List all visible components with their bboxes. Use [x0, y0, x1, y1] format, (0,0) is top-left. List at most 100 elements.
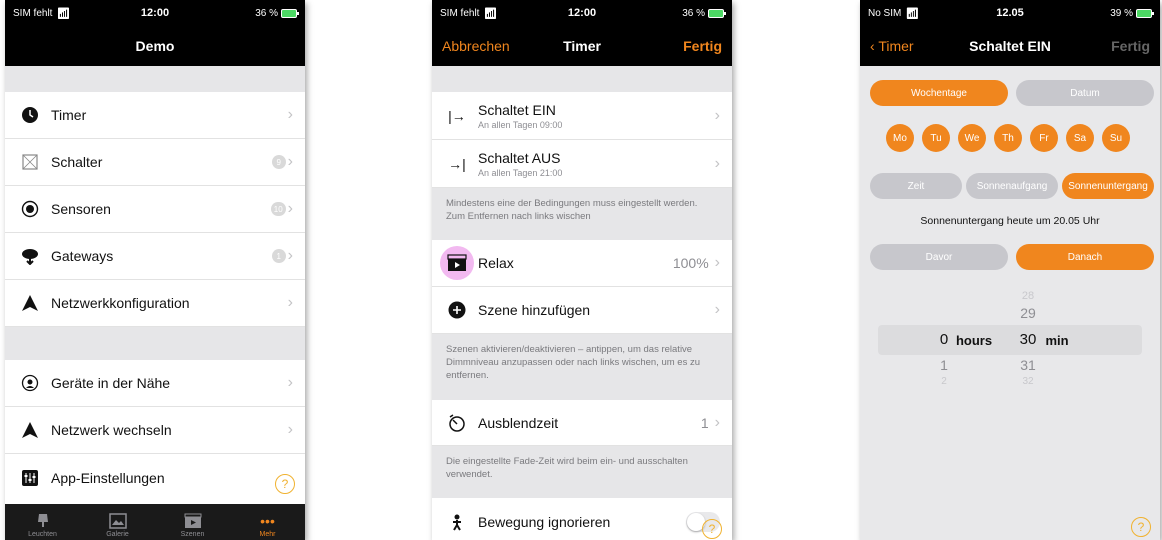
chevron-right-icon: › [287, 374, 293, 391]
tab-label: Mehr [259, 531, 276, 538]
sensor-icon [19, 198, 41, 220]
tab-danach[interactable]: Danach [1016, 244, 1154, 270]
scene-row-relax[interactable]: Relax 100% › [432, 240, 732, 287]
chevron-right-icon: › [714, 254, 720, 271]
wifi-icon: 📶︎ [483, 7, 498, 20]
tab-zeit[interactable]: Zeit [870, 173, 962, 199]
menu-item-geraete-in-der-naehe[interactable]: Geräte in der Nähe › [5, 360, 305, 407]
fade-time-value: 1 [700, 414, 709, 431]
menu-item-label: Sensoren [51, 201, 111, 217]
tab-sonnenaufgang[interactable]: Sonnenaufgang [966, 173, 1058, 199]
phone-screen-timer: SIM fehlt 📶︎ 12:00 36 % Abbrechen Timer … [432, 0, 732, 540]
status-bar: No SIM 📶︎ 12.05 39 % [860, 0, 1160, 26]
menu-item-timer[interactable]: Timer › [5, 92, 305, 139]
chevron-right-icon: › [714, 301, 720, 318]
tab-szenen[interactable]: Szenen [168, 511, 218, 538]
back-label: Timer [878, 38, 914, 54]
chevron-right-icon: › [287, 247, 293, 264]
done-button[interactable]: Fertig [1111, 38, 1150, 54]
condition-switch-on[interactable]: |→ Schaltet EIN An allen Tagen 09:00 › [432, 92, 732, 140]
condition-subtitle: An allen Tagen 21:00 [478, 167, 563, 178]
fade-time-row[interactable]: Ausblendzeit 1 › [432, 400, 732, 446]
help-icon[interactable]: ? [1131, 517, 1151, 537]
day-th[interactable]: Th [994, 124, 1022, 152]
scene-icon [440, 246, 474, 280]
hour-option: 2 [941, 376, 947, 387]
menu-item-netzwerk-wechseln[interactable]: Netzwerk wechseln › [5, 407, 305, 454]
more-icon: ••• [260, 513, 275, 529]
menu-item-schalter[interactable]: Schalter 9 › [5, 139, 305, 186]
tab-davor[interactable]: Davor [870, 244, 1008, 270]
tab-mehr[interactable]: ••• Mehr [243, 511, 293, 538]
conditions-hint: Mindestens eine der Bedingungen muss ein… [432, 188, 732, 240]
done-button[interactable]: Fertig [683, 38, 722, 54]
chevron-right-icon: › [287, 421, 293, 438]
tab-datum[interactable]: Datum [1016, 80, 1154, 106]
chevron-right-icon: › [287, 153, 293, 170]
menu-item-app-einstellungen[interactable]: App-Einstellungen [5, 454, 305, 501]
menu-item-netzwerkkonfiguration[interactable]: Netzwerkkonfiguration › [5, 280, 305, 327]
menu-item-label: Schalter [51, 154, 103, 170]
cancel-button[interactable]: Abbrechen [442, 38, 510, 54]
tab-wochentage[interactable]: Wochentage [870, 80, 1008, 106]
network-switch-icon [19, 419, 41, 441]
hour-selected: 0 [939, 331, 949, 348]
carrier-text: SIM fehlt [13, 7, 53, 19]
help-icon[interactable]: ? [275, 474, 295, 494]
condition-switch-off[interactable]: →| Schaltet AUS An allen Tagen 21:00 › [432, 140, 732, 188]
day-sa[interactable]: Sa [1066, 124, 1094, 152]
fade-time-label: Ausblendzeit [478, 414, 559, 431]
page-title: Demo [135, 38, 175, 54]
section-gap [432, 66, 732, 92]
day-su[interactable]: Su [1102, 124, 1130, 152]
lamp-icon [36, 511, 50, 531]
tab-leuchten[interactable]: Leuchten [18, 511, 68, 538]
chevron-right-icon: › [714, 154, 720, 172]
timer-icon [446, 412, 468, 434]
menu-item-sensoren[interactable]: Sensoren 10 › [5, 186, 305, 233]
menu-item-label: Netzwerkkonfiguration [51, 295, 190, 311]
chevron-right-icon: › [714, 106, 720, 124]
min-unit: min [1045, 333, 1069, 348]
day-mo[interactable]: Mo [886, 124, 914, 152]
gateway-icon [19, 245, 41, 267]
count-badge: 1 [271, 249, 286, 263]
tab-galerie[interactable]: Galerie [93, 511, 143, 538]
battery-percent: 36 % [682, 7, 705, 19]
phone-screen-more: SIM fehlt 📶︎ 12:00 36 % Demo Timer › Sch… [5, 0, 305, 540]
battery-percent: 36 % [255, 7, 278, 19]
tab-label: Galerie [106, 531, 129, 538]
clock-icon [19, 104, 41, 126]
battery-icon [708, 8, 726, 18]
menu-item-label: Timer [51, 107, 87, 123]
status-bar: SIM fehlt 📶︎ 12:00 36 % [5, 0, 305, 26]
chevron-right-icon: › [287, 200, 293, 217]
menu-item-gateways[interactable]: Gateways 1 › [5, 233, 305, 280]
wifi-icon: 📶︎ [56, 7, 71, 20]
add-scene-label: Szene hinzufügen [478, 302, 591, 318]
day-tu[interactable]: Tu [922, 124, 950, 152]
add-circle-icon [446, 299, 468, 321]
back-button[interactable]: ‹ Timer [870, 38, 914, 54]
motion-icon [446, 511, 468, 533]
gallery-icon [108, 511, 127, 531]
switch-on-icon: |→ [448, 107, 466, 124]
tab-sonnenuntergang[interactable]: Sonnenuntergang [1062, 173, 1154, 199]
menu-item-label: Geräte in der Nähe [51, 375, 171, 391]
tab-bar: Leuchten Galerie Szenen ••• Mehr [5, 504, 305, 540]
battery-percent: 39 % [1110, 7, 1133, 19]
add-scene-row[interactable]: Szene hinzufügen › [432, 287, 732, 334]
tab-label: Leuchten [28, 531, 57, 538]
day-fr[interactable]: Fr [1030, 124, 1058, 152]
scenes-hint: Szenen aktivieren/deaktivieren – antippe… [432, 334, 732, 400]
count-badge: 10 [270, 202, 286, 216]
condition-subtitle: An allen Tagen 09:00 [478, 119, 563, 130]
carrier-text: SIM fehlt [440, 7, 480, 19]
chevron-right-icon: › [714, 413, 720, 431]
section-gap [5, 327, 305, 360]
day-we[interactable]: We [958, 124, 986, 152]
menu-item-label: Netzwerk wechseln [51, 422, 172, 438]
help-icon[interactable]: ? [702, 519, 722, 539]
nav-bar: Demo [5, 26, 305, 66]
switch-off-icon: →| [448, 155, 466, 172]
